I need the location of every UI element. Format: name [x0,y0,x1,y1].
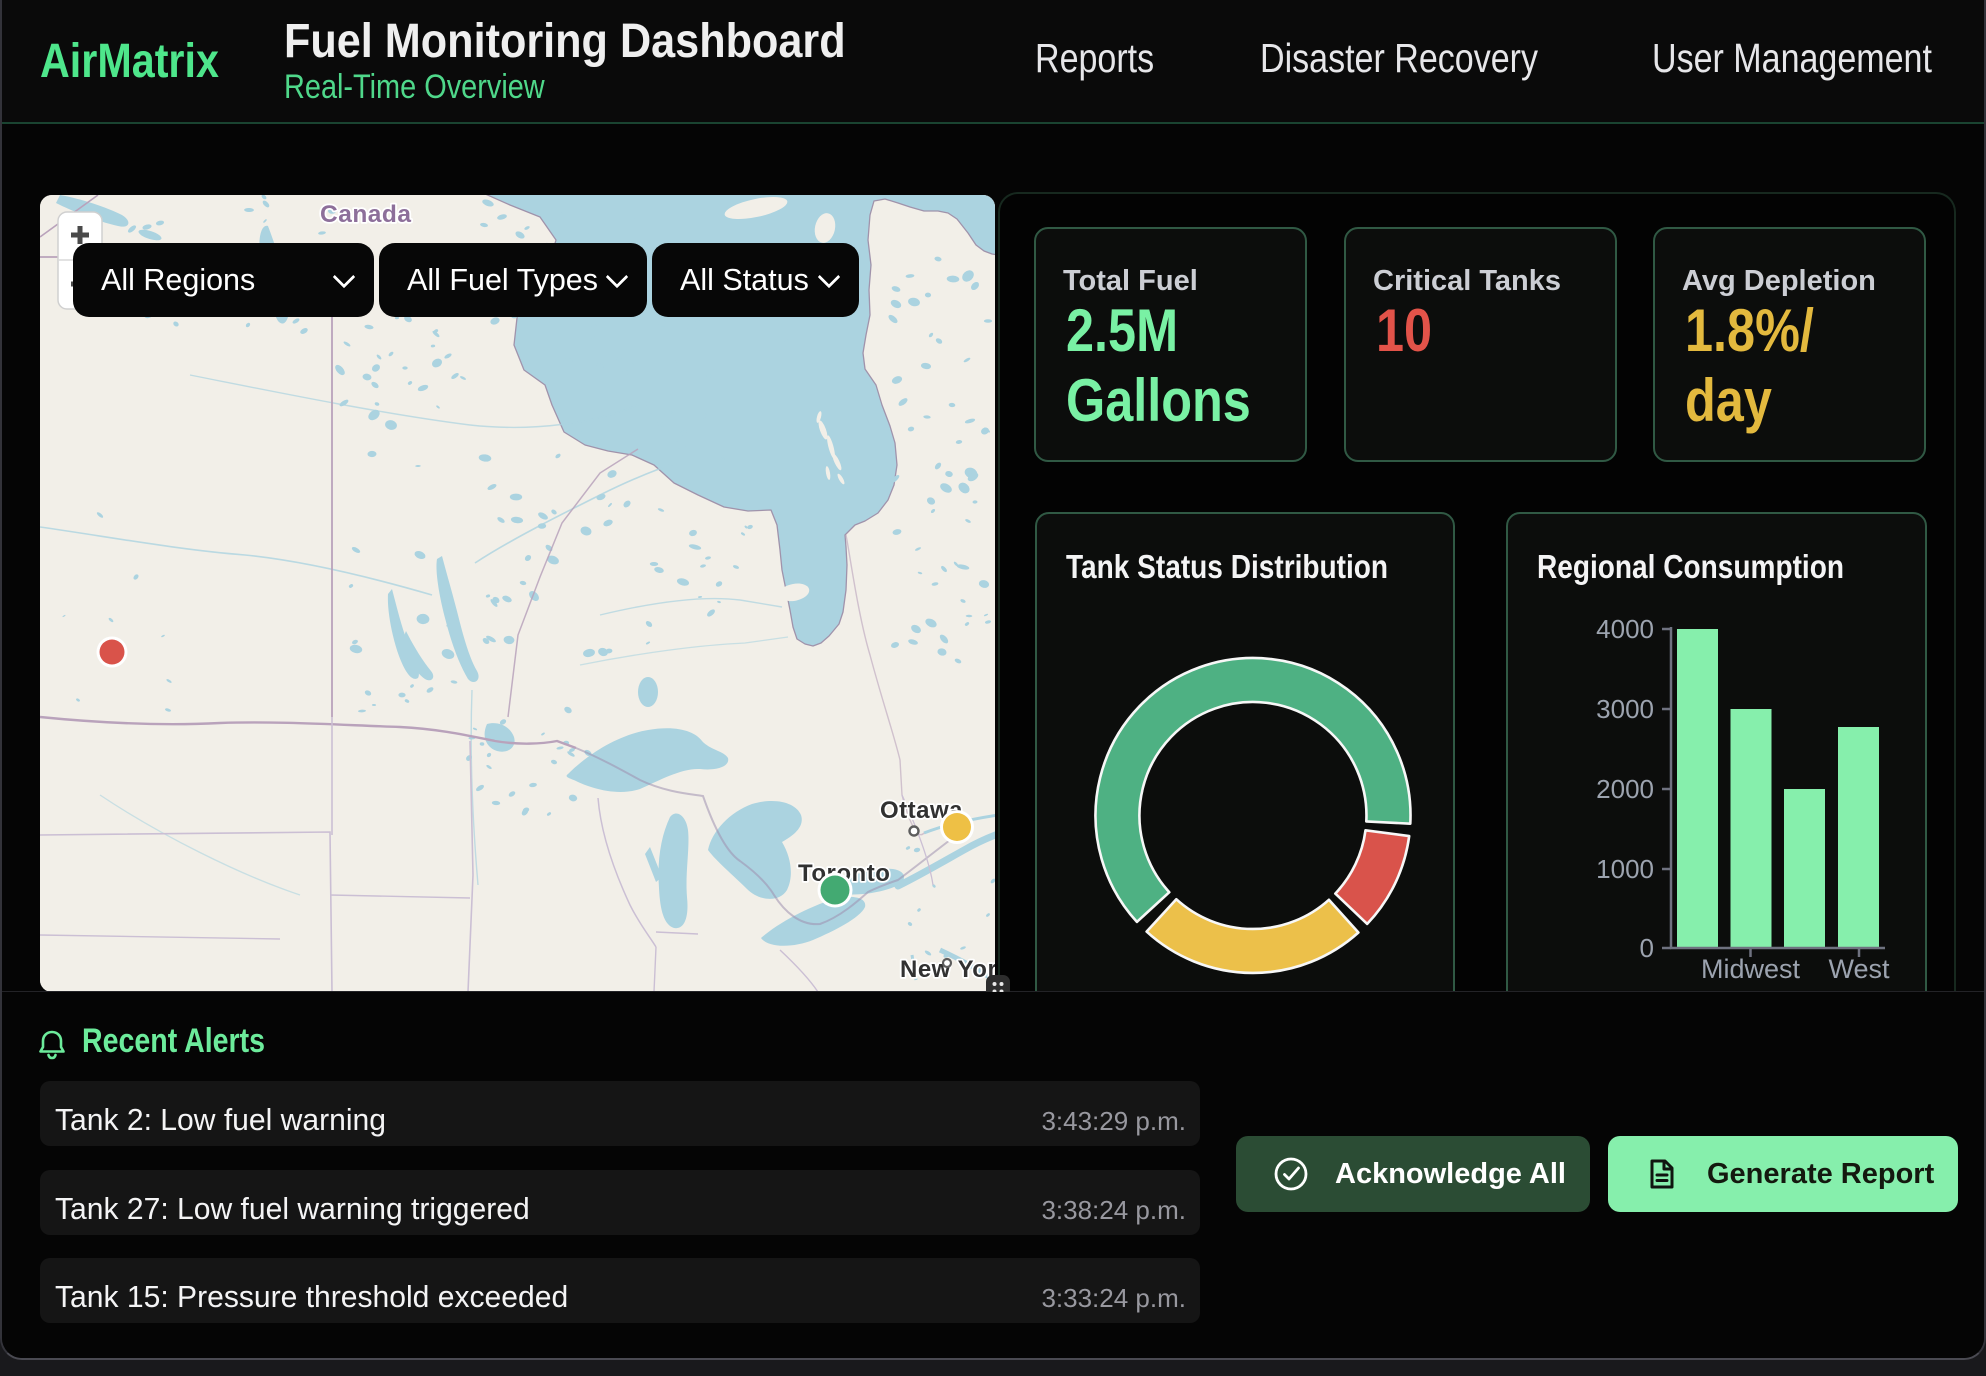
svg-text:Midwest: Midwest [1701,954,1801,984]
svg-text:Canada: Canada [320,201,412,228]
svg-text:3000: 3000 [1596,694,1654,724]
svg-text:1000: 1000 [1596,854,1654,884]
svg-text:2000: 2000 [1596,774,1654,804]
svg-text:4000: 4000 [1596,614,1654,644]
svg-text:West: West [1828,954,1890,984]
svg-text:0: 0 [1640,933,1654,963]
